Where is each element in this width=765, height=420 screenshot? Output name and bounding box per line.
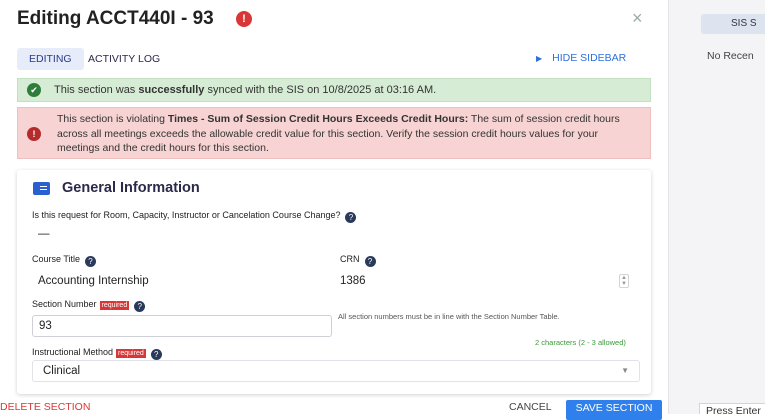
- cancel-button[interactable]: CANCEL: [509, 401, 552, 413]
- tab-activity-log[interactable]: ACTIVITY LOG: [76, 48, 172, 70]
- help-icon[interactable]: ?: [364, 256, 376, 267]
- general-information-card: General Information Is this request for …: [17, 170, 651, 394]
- no-recent-text: No Recen: [707, 50, 754, 62]
- crn-value: 1386: [340, 275, 366, 287]
- info-card-icon: [33, 182, 50, 195]
- spinner-icon[interactable]: ▲ ▼: [619, 274, 629, 288]
- check-circle-icon: ✔: [27, 83, 41, 97]
- sidebar: SIS S No Recen Press Enter: [668, 0, 765, 414]
- tab-editing[interactable]: EDITING: [17, 48, 84, 70]
- section-heading: General Information: [62, 180, 200, 196]
- crn-label: CRN?: [340, 254, 376, 267]
- edit-section-panel: Editing ACCT440I - 93 ! × EDITING ACTIVI…: [0, 0, 668, 420]
- help-icon[interactable]: ?: [150, 349, 162, 360]
- change-request-value: —: [38, 228, 50, 240]
- course-title-label: Course Title?: [32, 254, 97, 267]
- change-request-label-text: Is this request for Room, Capacity, Inst…: [32, 210, 341, 220]
- sync-success-alert: ✔ This section was successfully synced w…: [17, 78, 651, 102]
- success-text-prefix: This section was: [54, 84, 139, 96]
- crn-label-text: CRN: [340, 254, 360, 264]
- section-number-label: Section Number required?: [32, 299, 146, 312]
- change-request-label: Is this request for Room, Capacity, Inst…: [32, 210, 357, 223]
- success-text-suffix: synced with the SIS on 10/8/2025 at 03:1…: [204, 84, 437, 96]
- triangle-right-icon: ▶: [536, 54, 543, 63]
- success-text-bold: successfully: [138, 84, 205, 96]
- help-icon[interactable]: ?: [85, 256, 97, 267]
- delete-section-button[interactable]: DELETE SECTION: [0, 401, 90, 413]
- page-title: Editing ACCT440I - 93: [17, 8, 214, 29]
- section-number-input[interactable]: 93: [32, 315, 332, 337]
- violation-alert: ! This section is violating Times - Sum …: [17, 107, 651, 159]
- error-text-bold: Times - Sum of Session Credit Hours Exce…: [167, 113, 469, 125]
- sidebar-input[interactable]: Press Enter: [699, 403, 765, 414]
- course-title-value: Accounting Internship: [38, 275, 149, 287]
- character-count: 2 characters (2 - 3 allowed): [535, 338, 626, 347]
- help-icon[interactable]: ?: [345, 212, 357, 223]
- required-badge: required: [116, 349, 146, 358]
- save-section-button[interactable]: SAVE SECTION: [566, 400, 662, 420]
- section-number-label-text: Section Number: [32, 299, 97, 309]
- instructional-method-label: Instructional Method required?: [32, 347, 162, 360]
- close-icon[interactable]: ×: [632, 8, 643, 29]
- required-badge: required: [99, 301, 130, 310]
- help-icon[interactable]: ?: [134, 301, 146, 312]
- chevron-down-icon: ▼: [621, 366, 629, 375]
- hide-sidebar-label: HIDE SIDEBAR: [552, 52, 627, 64]
- error-circle-icon: !: [27, 127, 41, 141]
- tab-sis[interactable]: SIS S: [701, 14, 765, 34]
- error-text-prefix: This section is violating: [57, 113, 168, 125]
- course-title-label-text: Course Title: [32, 254, 81, 264]
- alert-icon[interactable]: !: [236, 11, 252, 27]
- hide-sidebar-button[interactable]: ▶ HIDE SIDEBAR: [536, 52, 626, 64]
- instructional-method-value: Clinical: [43, 365, 81, 377]
- instructional-method-label-text: Instructional Method: [32, 347, 114, 357]
- instructional-method-select[interactable]: Clinical ▼: [32, 360, 640, 382]
- section-number-note: All section numbers must be in line with…: [338, 312, 560, 321]
